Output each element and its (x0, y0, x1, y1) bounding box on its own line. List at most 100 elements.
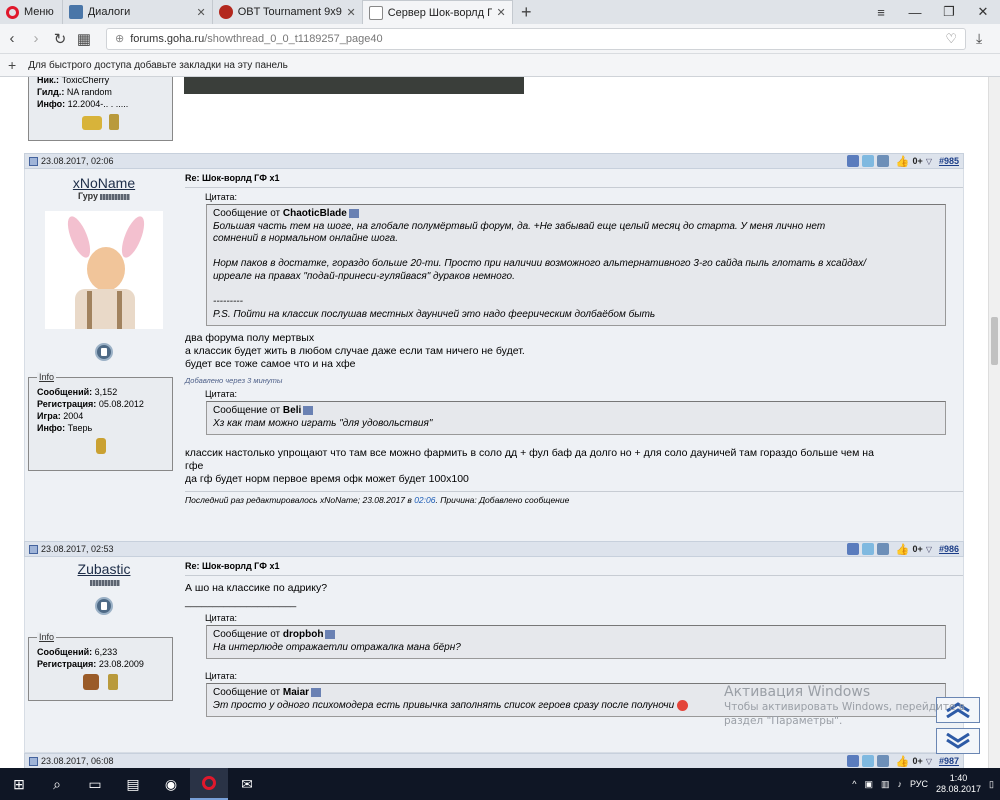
facebook-share-icon[interactable] (846, 155, 859, 167)
info-value: 12.2004-.. . ..... (67, 99, 129, 109)
user-info-box: Info Сообщений: 3,152 Регистрация: 05.08… (28, 372, 173, 471)
steam-icon[interactable]: ◉ (152, 768, 190, 800)
tab-menu-icon[interactable]: ≡ (864, 0, 898, 24)
quote-source: Сообщение от Beli (213, 405, 939, 418)
twitter-share-icon[interactable] (861, 155, 874, 167)
scrollbar-thumb[interactable] (991, 317, 998, 365)
forward-icon[interactable]: › (24, 30, 48, 47)
avatar-head (87, 247, 125, 291)
vk-share-icon[interactable] (876, 755, 889, 767)
post-header: 23.08.2017, 02:53 👍 0+ ▽ #986 (24, 541, 964, 557)
user-title (25, 577, 183, 587)
quote-prefix: Сообщение от (213, 208, 281, 219)
language-indicator[interactable]: РУС (910, 779, 928, 789)
user-profile-icon[interactable] (95, 597, 113, 615)
user-title: Гуру (25, 191, 183, 201)
scroll-down-button[interactable] (936, 728, 980, 754)
close-window-icon[interactable]: ✕ (966, 0, 1000, 24)
minimize-icon[interactable]: — (898, 0, 932, 24)
smiley-icon (676, 699, 688, 711)
quote-author: dropboh (282, 629, 324, 641)
rating-down-icon[interactable]: ▽ (926, 157, 932, 166)
opera-menu-button[interactable]: Меню (0, 0, 62, 24)
go-to-quote-icon[interactable] (348, 208, 359, 218)
close-tab-icon[interactable]: ✕ (197, 6, 206, 19)
download-icon[interactable]: ⤓ (976, 30, 982, 47)
info-value: Тверь (67, 423, 93, 433)
twitter-share-icon[interactable] (861, 755, 874, 767)
rating-down-icon[interactable]: ▽ (926, 757, 932, 766)
notification-icon[interactable]: ▣ (864, 779, 873, 790)
go-to-quote-icon[interactable] (311, 688, 322, 698)
url-input[interactable]: ⊕ forums.goha.ru /showthread_0_0_t118925… (106, 27, 966, 50)
mail-icon[interactable]: ✉ (228, 768, 266, 800)
reload-icon[interactable]: ↻ (48, 30, 72, 48)
go-to-quote-icon[interactable] (325, 630, 336, 640)
search-icon[interactable]: ⌕ (38, 768, 76, 800)
vk-share-icon[interactable] (876, 155, 889, 167)
user-profile-icon[interactable] (95, 343, 113, 361)
info-row: Гилд.: NA random (37, 86, 164, 98)
twitter-share-icon[interactable] (861, 543, 874, 555)
post-title: Re: Шок-ворлд ГФ x1 (185, 561, 963, 576)
reputation-bar (90, 579, 120, 586)
edit-time-link[interactable]: 02:06 (414, 495, 435, 505)
post-number-link[interactable]: #987 (939, 756, 959, 766)
post-date: 23.08.2017, 02:06 (41, 156, 114, 166)
post-number-link[interactable]: #985 (939, 156, 959, 166)
award-icon (108, 114, 119, 130)
facebook-share-icon[interactable] (846, 543, 859, 555)
thumbs-up-icon[interactable]: 👍 (896, 543, 910, 556)
info-row: Регистрация: 05.08.2012 (37, 398, 164, 410)
signature-divider: ____________________ (185, 596, 297, 608)
text-line: а классик будет жить в любом случае даже… (185, 344, 525, 357)
clock[interactable]: 1:40 28.08.2017 (936, 773, 981, 795)
info-label: Сообщений: (37, 387, 93, 397)
thumbs-up-icon[interactable]: 👍 (896, 155, 910, 168)
restore-icon[interactable]: ❐ (932, 0, 966, 24)
facebook-share-icon[interactable] (846, 755, 859, 767)
windows-start-icon[interactable]: ⊞ (0, 768, 38, 800)
tab-dialogs[interactable]: Диалоги ✕ (61, 0, 212, 24)
vk-share-icon[interactable] (876, 543, 889, 555)
username-link[interactable]: Zubastic (25, 561, 183, 577)
browser-tab-bar: Меню Диалоги ✕ OBT Tournament 9x9 - ан ✕… (0, 0, 1000, 24)
post-header: 23.08.2017, 06:08 👍 0+ ▽ #987 (24, 753, 964, 768)
info-row: Игра: 2004 (37, 410, 164, 422)
network-icon[interactable]: ▥ (881, 779, 890, 790)
volume-icon[interactable]: ♪ (897, 779, 902, 789)
rating-down-icon[interactable]: ▽ (926, 545, 932, 554)
new-tab-button[interactable]: + (511, 0, 540, 24)
page-scrollbar[interactable] (988, 77, 1000, 768)
close-tab-icon[interactable]: ✕ (497, 6, 506, 19)
window-controls: ≡ — ❐ ✕ (864, 0, 1000, 24)
heart-icon[interactable]: ♡ (945, 31, 957, 47)
tab-title: Сервер Шок-ворлд ГФ x1 (387, 6, 492, 19)
windows-activation-watermark: Активация Windows Чтобы активировать Win… (724, 684, 965, 728)
username-link[interactable]: xNoName (25, 175, 183, 191)
tab-shock-world[interactable]: Сервер Шок-ворлд ГФ x1 ✕ (361, 0, 512, 24)
tray-chevron-up-icon[interactable]: ^ (852, 779, 856, 789)
quote-line: Норм паков в достатке, гораздо больше 20… (213, 258, 867, 270)
info-label: Регистрация: (37, 399, 97, 409)
close-tab-icon[interactable]: ✕ (347, 6, 356, 19)
task-view-icon[interactable]: ▭ (76, 768, 114, 800)
post-number-link[interactable]: #986 (939, 544, 959, 554)
quote-box: Сообщение от dropboh На интерлюде отража… (206, 625, 946, 660)
add-bookmark-icon[interactable]: + (8, 57, 16, 73)
opera-taskbar-icon[interactable] (190, 768, 228, 800)
action-center-icon[interactable]: ▯ (989, 779, 994, 790)
speed-dial-icon[interactable]: ▦ (72, 30, 96, 48)
back-icon[interactable]: ‹ (0, 30, 24, 47)
avatar[interactable] (45, 211, 163, 329)
prev-user-info-box: Ник.: ToxicCherry Гилд.: NA random Инфо:… (28, 77, 173, 141)
file-explorer-icon[interactable]: ▤ (114, 768, 152, 800)
thumbs-up-icon[interactable]: 👍 (896, 755, 910, 768)
post-content: Re: Шок-ворлд ГФ x1 Цитата: Сообщение от… (185, 169, 963, 505)
quote-line: сомнений в нормальном онлайне шога. (213, 233, 398, 245)
post-text: два форума полу мертвых а классик будет … (185, 332, 963, 370)
go-to-quote-icon[interactable] (303, 405, 314, 415)
post-header-actions: 👍 0+ ▽ #987 (846, 755, 959, 768)
tab-obt-tournament[interactable]: OBT Tournament 9x9 - ан ✕ (211, 0, 362, 24)
quote-label: Цитата: (205, 389, 238, 400)
